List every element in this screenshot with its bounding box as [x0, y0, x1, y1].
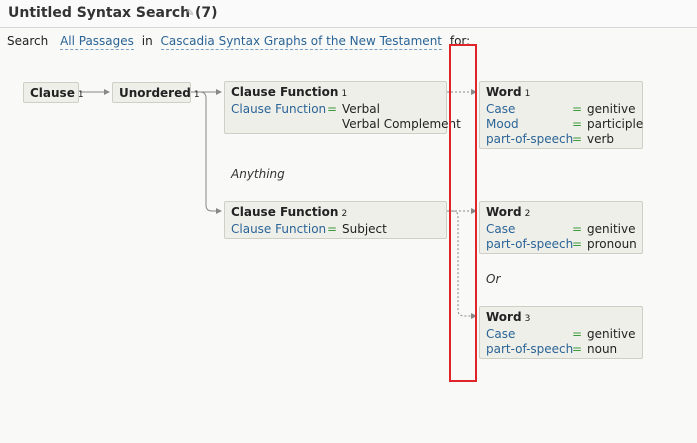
clause-function-2-node[interactable]: Clause Function 2 Clause Function = Subje… [224, 201, 447, 239]
word1-val-mood: participle [587, 117, 644, 131]
or-label: Or [486, 272, 501, 286]
word2-key-case: Case [486, 222, 516, 236]
cf2-label: Clause Function [231, 205, 339, 219]
word3-val-pos: noun [587, 342, 618, 356]
cf1-key: Clause Function [231, 102, 327, 116]
word1-eq-mood: = [572, 117, 583, 131]
word2-eq-case: = [572, 222, 583, 236]
word2-key-pos: part-of-speech [486, 237, 574, 251]
cf2-key: Clause Function [231, 222, 327, 236]
word2-eq-pos: = [572, 237, 583, 251]
highlight-box [449, 44, 477, 382]
word1-val-pos: verb [587, 132, 615, 146]
cf2-val1: Subject [342, 222, 387, 236]
clause-node[interactable]: Clause 1 [23, 82, 84, 103]
word3-num: 3 [524, 314, 531, 324]
anything-label: Anything [231, 167, 285, 181]
word1-key-mood: Mood [486, 117, 519, 131]
unordered-label: Unordered [119, 86, 191, 100]
clause-label: Clause [30, 86, 75, 100]
word1-label: Word [486, 85, 522, 99]
word-1-node[interactable]: Word 1 Case = genitive Mood = participle … [479, 81, 643, 149]
word2-num: 2 [524, 209, 531, 219]
word3-key-pos: part-of-speech [486, 342, 574, 356]
word-3-node[interactable]: Word 3 Case = genitive part-of-speech = n… [479, 306, 643, 359]
cf1-label: Clause Function [231, 85, 339, 99]
word3-eq-case: = [572, 327, 583, 341]
unordered-num: 1 [193, 90, 200, 100]
word3-label: Word [486, 310, 522, 324]
clause-function-1-node[interactable]: Clause Function 1 Clause Function = Verba… [224, 81, 461, 134]
word2-label: Word [486, 205, 522, 219]
cf1-num: 1 [341, 89, 348, 99]
word3-key-case: Case [486, 327, 516, 341]
cf2-num: 2 [341, 209, 348, 219]
unordered-node[interactable]: Unordered 1 [112, 82, 200, 103]
word1-num: 1 [524, 89, 531, 99]
word1-key-case: Case [486, 102, 516, 116]
word1-eq-case: = [572, 102, 583, 116]
clause-num: 1 [77, 90, 84, 100]
word-2-node[interactable]: Word 2 Case = genitive part-of-speech = p… [479, 201, 643, 254]
word3-eq-pos: = [572, 342, 583, 356]
word1-key-pos: part-of-speech [486, 132, 574, 146]
edge-unordered-cf2 [191, 91, 222, 214]
cf1-eq: = [327, 102, 338, 116]
word2-val-pos: pronoun [587, 237, 637, 251]
word1-eq-pos: = [572, 132, 583, 146]
word3-val-case: genitive [587, 327, 636, 341]
cf1-val2: Verbal Complement [342, 117, 461, 131]
word2-val-case: genitive [587, 222, 636, 236]
cf1-val1: Verbal [342, 102, 380, 116]
cf2-eq: = [327, 222, 338, 236]
word1-val-case: genitive [587, 102, 636, 116]
